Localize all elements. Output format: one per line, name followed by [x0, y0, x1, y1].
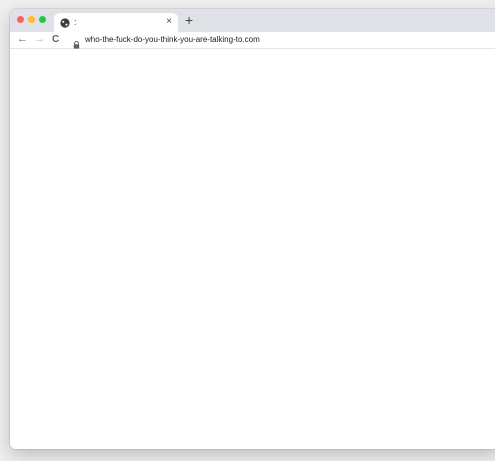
title-bar: : × +: [10, 9, 495, 32]
reload-button[interactable]: C: [52, 33, 59, 46]
close-window-button[interactable]: [17, 16, 24, 23]
tab-title: :: [74, 17, 77, 27]
browser-window: : × + ← → C who-the-fuck-do-you-think-yo…: [10, 9, 495, 449]
globe-icon: [60, 18, 70, 28]
address-bar-url[interactable]: who-the-fuck-do-you-think-you-are-talkin…: [85, 34, 260, 46]
back-button[interactable]: ←: [17, 33, 28, 46]
tab-close-button[interactable]: ×: [166, 15, 172, 29]
address-toolbar: ← → C who-the-fuck-do-you-think-you-are-…: [10, 32, 495, 49]
page-content: [10, 49, 495, 449]
new-tab-button[interactable]: +: [185, 12, 193, 28]
minimize-window-button[interactable]: [28, 16, 35, 23]
lock-icon[interactable]: [73, 36, 80, 49]
browser-tab[interactable]: : ×: [54, 13, 178, 32]
forward-button[interactable]: →: [34, 33, 45, 46]
zoom-window-button[interactable]: [39, 16, 46, 23]
